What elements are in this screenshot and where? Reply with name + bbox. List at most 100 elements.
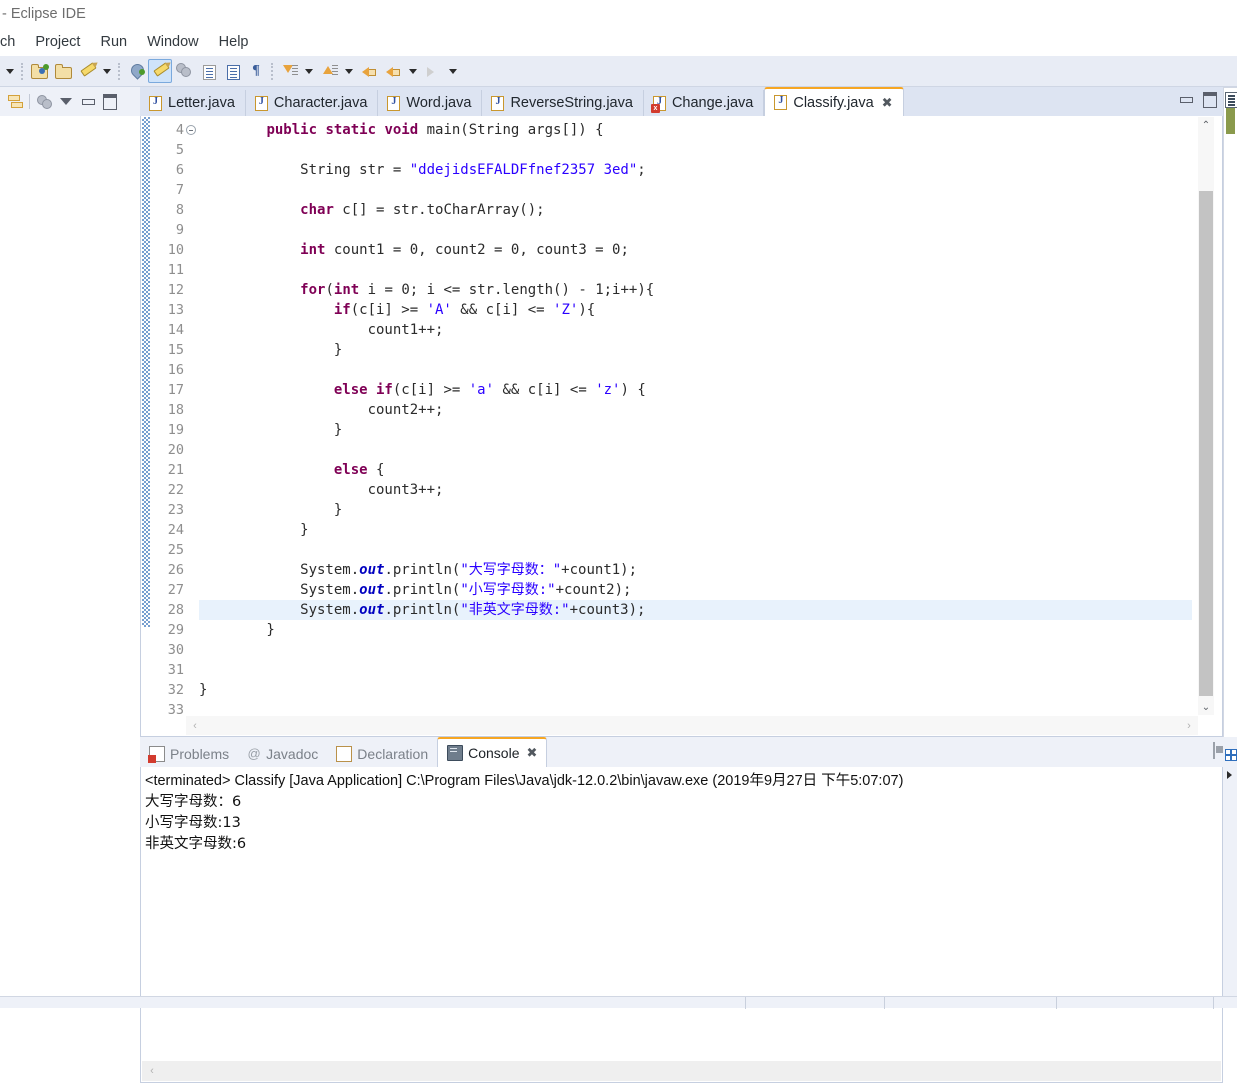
code-line[interactable] <box>199 360 1192 380</box>
code-line[interactable] <box>199 180 1192 200</box>
chevron-right-icon[interactable] <box>1227 771 1232 779</box>
code-token: .println( <box>384 562 461 578</box>
code-line[interactable]: count1++; <box>199 320 1192 340</box>
open-task-icon[interactable] <box>220 59 244 83</box>
code-line[interactable]: count2++; <box>199 400 1192 420</box>
menu-item-project[interactable]: Project <box>25 32 90 52</box>
run-icon[interactable] <box>148 59 172 83</box>
scroll-left-icon[interactable]: ‹ <box>142 1065 162 1077</box>
code-line[interactable]: } <box>199 680 1192 700</box>
scroll-down-icon[interactable]: ⌄ <box>1198 699 1214 715</box>
editor-body[interactable]: 4 5 6 7 8 9 10 11 12 13 14 15 16 17 18 19 20 21 22 23 24 25 26… <box>140 116 1223 737</box>
outline-icon[interactable] <box>1225 92 1237 108</box>
code-line[interactable] <box>199 140 1192 160</box>
code-line[interactable]: char c[] = str.toCharArray(); <box>199 200 1192 220</box>
previous-annotation-icon[interactable] <box>317 59 341 83</box>
code-token: } <box>199 502 343 518</box>
editor-tab-classify-java[interactable]: Classify.java ✖ <box>764 87 904 116</box>
code-line[interactable] <box>199 440 1192 460</box>
code-line[interactable]: int count1 = 0, count2 = 0, count3 = 0; <box>199 240 1192 260</box>
code-line[interactable]: } <box>199 340 1192 360</box>
dropdown-arrow-icon[interactable] <box>341 59 357 83</box>
menu-item-help[interactable]: Help <box>209 32 259 52</box>
scroll-left-icon[interactable]: ‹ <box>186 720 204 732</box>
minimize-icon[interactable] <box>1180 97 1193 103</box>
code-line[interactable]: } <box>199 620 1192 640</box>
pilcrow-icon[interactable]: ¶ <box>244 59 268 83</box>
editor-source-code[interactable]: public static void main(String args[]) {… <box>199 117 1192 715</box>
terminate-icon[interactable] <box>1213 742 1215 759</box>
code-line[interactable]: String str = "ddejidsEFALDFfnef2357 3ed"… <box>199 160 1192 180</box>
forward-icon[interactable] <box>421 59 445 83</box>
close-icon[interactable]: ✖ <box>882 95 893 111</box>
edit-icon[interactable] <box>75 59 99 83</box>
menu-item-window[interactable]: Window <box>137 32 209 52</box>
editor-tab-letter-java[interactable]: Letter.java <box>140 90 246 116</box>
editor-horizontal-scrollbar[interactable]: ‹ › <box>186 716 1198 735</box>
editor-vertical-scrollbar[interactable]: ⌃ ⌄ <box>1198 117 1214 715</box>
editor-tab-word-java[interactable]: Word.java <box>378 90 483 116</box>
code-line[interactable] <box>199 260 1192 280</box>
tab-label: Problems <box>170 745 230 762</box>
focus-on-active-task-icon[interactable] <box>33 92 55 112</box>
dropdown-arrow-icon[interactable] <box>445 59 461 83</box>
package-explorer-tree[interactable] <box>0 116 140 1007</box>
fold-collapse-icon[interactable] <box>186 125 196 135</box>
tab-console[interactable]: Console ✖ <box>437 737 548 767</box>
menu-item-run[interactable]: Run <box>90 32 137 52</box>
code-line[interactable]: } <box>199 420 1192 440</box>
code-line[interactable]: else if(c[i] >= 'a' && c[i] <= 'z') { <box>199 380 1192 400</box>
close-icon[interactable]: ✖ <box>527 745 538 761</box>
maximize-icon[interactable] <box>99 92 121 112</box>
run-external-tools-icon[interactable] <box>172 59 196 83</box>
link-with-editor-icon[interactable] <box>4 92 26 112</box>
editor-tab-change-java[interactable]: x Change.java <box>644 90 765 116</box>
view-menu-icon[interactable] <box>55 92 77 112</box>
code-line[interactable] <box>199 220 1192 240</box>
open-type-icon[interactable] <box>51 59 75 83</box>
code-token: count1 = 0, count2 = 0, count3 = 0; <box>325 242 629 258</box>
code-line[interactable]: System.out.println("小写字母数:"+count2); <box>199 580 1192 600</box>
console-horizontal-scrollbar[interactable]: ‹ <box>142 1061 1221 1081</box>
line-number: 12 <box>167 282 184 298</box>
code-line[interactable]: for(int i = 0; i <= str.length() - 1;i++… <box>199 280 1192 300</box>
editor-tab-reversestring-java[interactable]: ReverseString.java <box>482 90 644 116</box>
code-line[interactable] <box>199 700 1192 715</box>
tab-declaration[interactable]: Declaration <box>327 740 437 767</box>
last-edit-location-icon[interactable] <box>357 59 381 83</box>
code-line[interactable]: else { <box>199 460 1192 480</box>
code-line[interactable] <box>199 640 1192 660</box>
next-annotation-icon[interactable] <box>277 59 301 83</box>
minimize-icon[interactable] <box>77 92 99 112</box>
outline-view[interactable] <box>1223 87 1237 737</box>
code-line[interactable] <box>199 660 1192 680</box>
code-line[interactable]: } <box>199 500 1192 520</box>
debug-icon[interactable] <box>124 59 148 83</box>
code-line[interactable]: public static void main(String args[]) { <box>199 120 1192 140</box>
console-output-area[interactable]: <terminated> Classify [Java Application]… <box>140 767 1223 1083</box>
scroll-up-icon[interactable]: ⌃ <box>1198 117 1214 133</box>
dropdown-arrow-icon[interactable] <box>405 59 421 83</box>
code-line[interactable]: System.out.println("非英文字母数:"+count3); <box>199 600 1192 620</box>
code-line[interactable]: System.out.println("大写字母数："+count1); <box>199 560 1192 580</box>
code-line[interactable] <box>199 540 1192 560</box>
menu-item-search[interactable]: ch <box>0 32 25 52</box>
scrollbar-thumb[interactable] <box>1199 191 1213 696</box>
editor-tab-character-java[interactable]: Character.java <box>246 90 379 116</box>
tab-problems[interactable]: Problems <box>140 740 238 767</box>
dropdown-arrow-icon[interactable] <box>99 59 115 83</box>
back-icon[interactable] <box>381 59 405 83</box>
code-line[interactable]: count3++; <box>199 480 1192 500</box>
code-token: public static void <box>266 122 427 138</box>
scroll-right-icon[interactable]: › <box>1180 720 1198 732</box>
code-line[interactable]: if(c[i] >= 'A' && c[i] <= 'Z'){ <box>199 300 1192 320</box>
dropdown-arrow-icon[interactable] <box>2 59 18 83</box>
maximize-icon[interactable] <box>1203 92 1217 108</box>
code-line[interactable]: } <box>199 520 1192 540</box>
open-project-icon[interactable] <box>27 59 51 83</box>
new-java-class-icon[interactable] <box>196 59 220 83</box>
task-list-view[interactable] <box>1223 737 1237 1007</box>
tab-javadoc[interactable]: @ Javadoc <box>238 740 327 767</box>
dropdown-arrow-icon[interactable] <box>301 59 317 83</box>
task-list-icon[interactable] <box>1225 749 1237 761</box>
